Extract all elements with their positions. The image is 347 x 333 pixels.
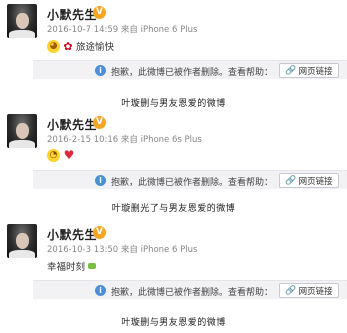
- rose-emoji-icon: ✿: [63, 39, 73, 53]
- weibo-post: 小默先生 V 2016-2-15 10:16 来自 iPhone 6s Plus…: [0, 110, 347, 200]
- avatar[interactable]: [7, 4, 37, 38]
- verified-icon: V: [93, 226, 106, 239]
- post-timestamp[interactable]: 2016-10-3 13:50: [47, 245, 118, 255]
- post-meta: 2016-10-7 14:59 来自 iPhone 6 Plus: [47, 23, 197, 35]
- username[interactable]: 小默先生: [47, 6, 97, 23]
- verified-icon: V: [93, 6, 106, 19]
- avatar-shirt: [9, 140, 35, 148]
- weibo-post: 小默先生 V 2016-10-7 14:59 来自 iPhone 6 Plus …: [0, 0, 347, 90]
- web-link-button[interactable]: 🔗 网页链接: [279, 63, 339, 78]
- post-content: ◔ ♥: [47, 149, 75, 162]
- post-source: 来自 iPhone 6 Plus: [120, 245, 198, 255]
- avatar-face: [16, 13, 29, 29]
- post-timestamp[interactable]: 2016-2-15 10:16: [47, 135, 118, 145]
- web-link-label: 网页链接: [298, 286, 333, 297]
- avatar[interactable]: [7, 224, 37, 258]
- post-meta: 2016-10-3 13:50 来自 iPhone 6 Plus: [47, 243, 197, 255]
- small-sticker-emoji-icon: [88, 263, 97, 269]
- post-source: 来自 iPhone 6s Plus: [120, 135, 202, 145]
- avatar-shirt: [9, 30, 35, 38]
- link-icon: 🔗: [285, 175, 297, 186]
- post-text: 幸福时刻: [47, 262, 86, 273]
- link-icon: 🔗: [285, 65, 297, 76]
- link-icon: 🔗: [285, 285, 297, 296]
- post-source: 来自 iPhone 6 Plus: [120, 25, 198, 35]
- post-timestamp[interactable]: 2016-10-7 14:59: [47, 25, 118, 35]
- weibo-post: 小默先生 V 2016-10-3 13:50 来自 iPhone 6 Plus …: [0, 220, 347, 310]
- web-link-button[interactable]: 🔗 网页链接: [279, 173, 339, 188]
- deleted-notice-bar: i 抱歉，此微博已被作者删除。查看帮助： 🔗 网页链接: [33, 60, 347, 79]
- web-link-label: 网页链接: [298, 176, 333, 187]
- deleted-message: 抱歉，此微博已被作者删除。查看帮助：: [111, 288, 274, 298]
- avatar[interactable]: [7, 114, 37, 148]
- weibo-screenshot: 小默先生 V 2016-10-7 14:59 来自 iPhone 6 Plus …: [0, 0, 347, 333]
- deleted-notice-bar: i 抱歉，此微博已被作者删除。查看帮助： 🔗 网页链接: [33, 170, 347, 189]
- username[interactable]: 小默先生: [47, 116, 97, 133]
- deleted-message: 抱歉，此微博已被作者删除。查看帮助：: [111, 68, 274, 78]
- laugh-emoji-icon: ◕: [47, 39, 60, 53]
- web-link-button[interactable]: 🔗 网页链接: [279, 283, 339, 298]
- post-meta: 2016-2-15 10:16 来自 iPhone 6s Plus: [47, 133, 202, 145]
- blush-emoji-icon: ◔: [47, 149, 60, 162]
- post-text: 旅途愉快: [76, 42, 115, 53]
- web-link-label: 网页链接: [298, 66, 333, 77]
- username[interactable]: 小默先生: [47, 226, 97, 243]
- avatar-shirt: [9, 250, 35, 258]
- verified-icon: V: [93, 116, 106, 129]
- caption: 叶璇删与男友恩爱的微博: [121, 318, 226, 328]
- caption: 叶璇删与男友恩爱的微博: [121, 99, 226, 109]
- deleted-message: 抱歉，此微博已被作者删除。查看帮助：: [111, 178, 274, 188]
- info-icon: i: [95, 65, 106, 76]
- caption: 叶璇删光了与男友恩爱的微博: [111, 204, 236, 214]
- heart-emoji-icon: ♥: [63, 148, 75, 162]
- deleted-notice-bar: i 抱歉，此微博已被作者删除。查看帮助： 🔗 网页链接: [33, 280, 347, 299]
- avatar-face: [16, 123, 29, 139]
- info-icon: i: [95, 285, 106, 296]
- info-icon: i: [95, 175, 106, 186]
- avatar-face: [16, 233, 29, 249]
- post-content: 幸福时刻: [47, 259, 97, 273]
- post-content: ◕ ✿ 旅途愉快: [47, 39, 114, 53]
